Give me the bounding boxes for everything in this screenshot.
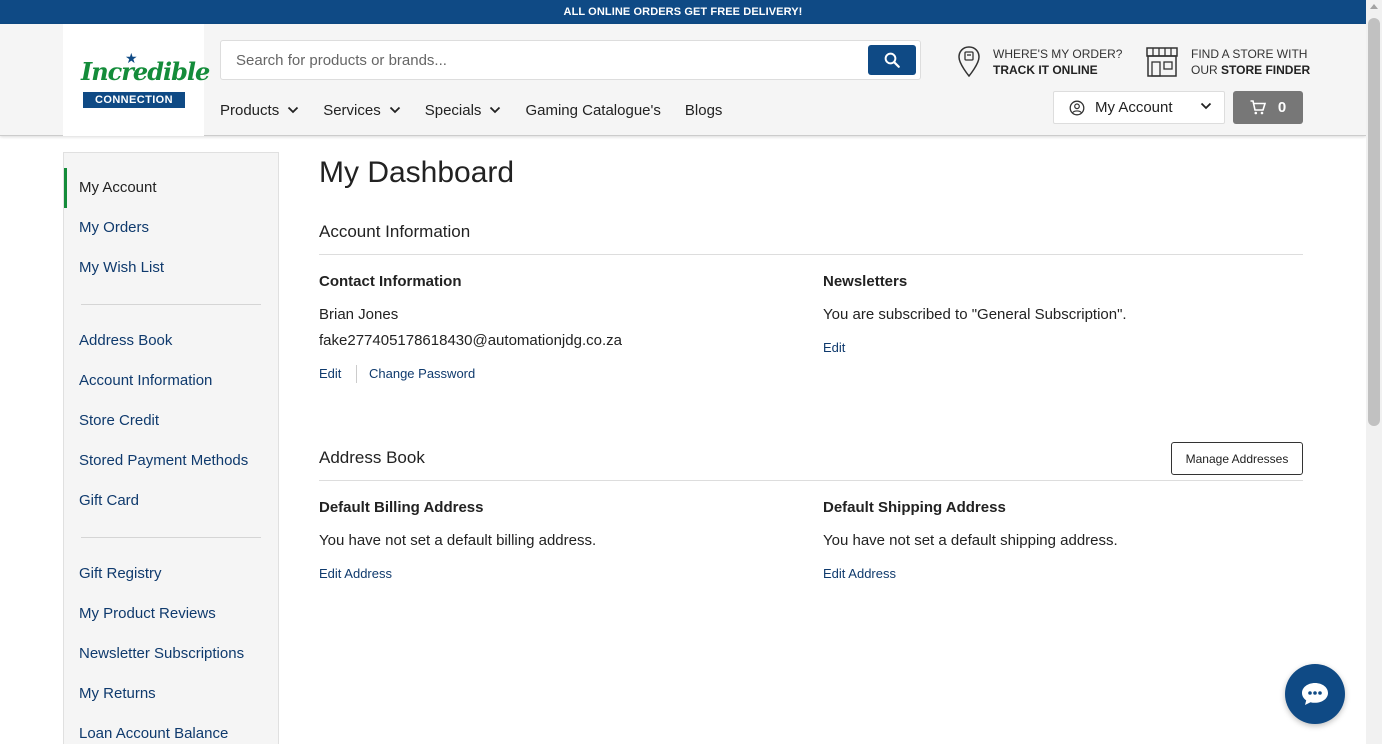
newsletter-status: You are subscribed to "General Subscript… [823, 306, 1127, 323]
cart-button[interactable]: 0 [1233, 91, 1303, 124]
track-order-link[interactable]: WHERE'S MY ORDER? TRACK IT ONLINE [957, 44, 1122, 80]
nav-label: Products [220, 101, 280, 119]
manage-addresses-button[interactable]: Manage Addresses [1171, 442, 1303, 475]
shipping-address-text: You have not set a default shipping addr… [823, 532, 1118, 549]
store-finder-text: FIND A STORE WITH OUR STORE FINDER [1191, 46, 1310, 78]
contact-information-heading: Contact Information [319, 273, 462, 290]
sidebar-divider [81, 537, 261, 538]
sidebar-item-stored-payment-methods[interactable]: Stored Payment Methods [79, 452, 248, 469]
location-pin-icon [958, 46, 980, 78]
chevron-down-icon [288, 106, 299, 114]
sidebar-item-my-returns[interactable]: My Returns [79, 685, 156, 702]
page-title: My Dashboard [319, 156, 515, 189]
store-line2-prefix: OUR [1191, 63, 1218, 77]
sidebar-divider [81, 304, 261, 305]
address-book-heading: Address Book [319, 448, 425, 467]
edit-shipping-address-link[interactable]: Edit Address [823, 566, 896, 581]
account-sidebar: My Account My Orders My Wish List Addres… [63, 152, 279, 744]
store-line1: FIND A STORE WITH [1191, 47, 1308, 61]
track-line1: WHERE'S MY ORDER? [993, 47, 1123, 61]
sidebar-item-loan-account-balance[interactable]: Loan Account Balance [79, 725, 228, 742]
sidebar-item-newsletter-subscriptions[interactable]: Newsletter Subscriptions [79, 645, 244, 662]
search-input[interactable] [221, 41, 867, 79]
contact-email: fake277405178618430@automationjdg.co.za [319, 332, 622, 349]
nav-gaming-catalogue[interactable]: Gaming Catalogue's [525, 102, 660, 119]
sidebar-item-address-book[interactable]: Address Book [79, 332, 172, 349]
account-information-heading: Account Information [319, 222, 471, 241]
store-finder-link[interactable]: FIND A STORE WITH OUR STORE FINDER [1145, 44, 1310, 80]
default-billing-heading: Default Billing Address [319, 499, 484, 516]
default-shipping-heading: Default Shipping Address [823, 499, 1006, 516]
chat-bubble-icon [1302, 683, 1328, 705]
track-line2: TRACK IT ONLINE [993, 63, 1098, 77]
scroll-up-arrow-icon[interactable] [1370, 4, 1378, 9]
store-icon [1146, 47, 1178, 77]
cart-icon [1250, 100, 1266, 115]
site-header: ★ Incredible CONNECTION WHERE'S MY ORDER… [0, 24, 1366, 136]
logo-link[interactable]: ★ Incredible CONNECTION [63, 24, 210, 136]
sidebar-item-gift-card[interactable]: Gift Card [79, 492, 139, 509]
scrollbar-thumb[interactable] [1368, 18, 1380, 426]
store-line2: OUR STORE FINDER [1191, 62, 1310, 78]
edit-contact-link[interactable]: Edit [319, 366, 341, 381]
edit-newsletter-link[interactable]: Edit [823, 340, 845, 355]
section-divider [319, 480, 1303, 481]
nav-label: Gaming Catalogue's [525, 101, 661, 119]
billing-address-text: You have not set a default billing addre… [319, 532, 597, 549]
nav-services[interactable]: Services [323, 102, 401, 119]
chevron-down-icon [389, 106, 400, 114]
my-account-label: My Account [1095, 99, 1173, 116]
cart-count: 0 [1277, 99, 1287, 116]
logo: ★ Incredible CONNECTION [81, 50, 210, 108]
chevron-down-icon [1200, 102, 1212, 110]
contact-name: Brian Jones [319, 306, 399, 323]
nav-blogs[interactable]: Blogs [685, 102, 723, 119]
nav-specials[interactable]: Specials [425, 102, 502, 119]
nav-label: Services [323, 101, 381, 119]
logo-bar: CONNECTION [83, 92, 185, 108]
nav-label: Specials [424, 101, 482, 119]
sidebar-item-my-orders[interactable]: My Orders [79, 219, 149, 236]
search-icon [884, 52, 900, 68]
change-password-link[interactable]: Change Password [369, 366, 475, 381]
store-line2-bold: STORE FINDER [1221, 63, 1311, 77]
page-scrollbar[interactable] [1366, 0, 1382, 744]
search-box [220, 40, 921, 80]
edit-billing-address-link[interactable]: Edit Address [319, 566, 392, 581]
track-order-text: WHERE'S MY ORDER? TRACK IT ONLINE [993, 46, 1122, 78]
chevron-down-icon [490, 106, 501, 114]
promo-banner: ALL ONLINE ORDERS GET FREE DELIVERY! [0, 0, 1366, 24]
link-separator [356, 365, 357, 383]
search-button[interactable] [868, 45, 916, 75]
user-circle-icon [1069, 100, 1085, 115]
chat-button[interactable] [1285, 664, 1345, 724]
nav-products[interactable]: Products [220, 102, 299, 119]
sidebar-item-wish-list[interactable]: My Wish List [79, 259, 164, 276]
main-nav: Products Services Specials Gaming Catalo… [220, 100, 746, 120]
sidebar-item-account-information[interactable]: Account Information [79, 372, 212, 389]
sidebar-item-store-credit[interactable]: Store Credit [79, 412, 159, 429]
sidebar-item-product-reviews[interactable]: My Product Reviews [79, 605, 216, 622]
sidebar-item-gift-registry[interactable]: Gift Registry [79, 565, 162, 582]
logo-wordmark: Incredible [81, 57, 210, 86]
sidebar-item-my-account[interactable]: My Account [64, 168, 278, 208]
my-account-button[interactable]: My Account [1053, 91, 1225, 124]
section-divider [319, 254, 1303, 255]
nav-label: Blogs [684, 101, 723, 119]
newsletters-heading: Newsletters [823, 273, 908, 290]
